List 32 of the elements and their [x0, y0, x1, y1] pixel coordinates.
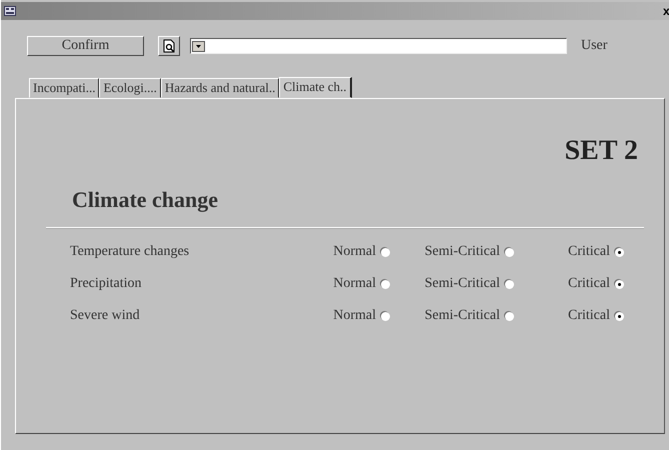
radio-button[interactable]	[615, 248, 624, 256]
tab[interactable]: Incompati...	[29, 78, 100, 98]
radio-button[interactable]	[381, 248, 390, 256]
radio-button[interactable]	[505, 280, 514, 288]
option-label: Normal	[333, 244, 376, 260]
radio-button[interactable]	[505, 312, 514, 320]
set-label: SET 2	[564, 135, 638, 167]
criterion-label: Severe wind	[70, 308, 141, 324]
criterion-label: Temperature changes	[70, 244, 190, 260]
radio-button[interactable]	[381, 312, 390, 320]
tab[interactable]: Climate ch..	[279, 77, 352, 98]
window-icon	[4, 6, 16, 16]
option-label: Normal	[333, 276, 376, 292]
radio-button[interactable]	[615, 312, 624, 320]
option-label: Critical	[568, 276, 610, 292]
user-dropdown[interactable]	[190, 38, 567, 54]
option-label: Semi-Critical	[424, 276, 500, 292]
option-label: Semi-Critical	[424, 244, 500, 260]
tab[interactable]: Ecologi....	[99, 78, 161, 98]
print-preview-button[interactable]	[158, 36, 180, 56]
option-label: Critical	[568, 308, 610, 324]
radio-button[interactable]	[381, 280, 390, 288]
option-label: Critical	[568, 244, 610, 260]
criterion-label: Precipitation	[70, 276, 143, 292]
user-label: User	[581, 38, 608, 54]
option-label: Semi-Critical	[424, 308, 500, 324]
print-preview-icon	[162, 39, 176, 53]
option-label: Normal	[333, 308, 376, 324]
confirm-button[interactable]: Confirm	[27, 36, 144, 56]
radio-button[interactable]	[615, 280, 624, 288]
section-heading: Climate change	[72, 187, 220, 213]
radio-button[interactable]	[505, 248, 514, 256]
